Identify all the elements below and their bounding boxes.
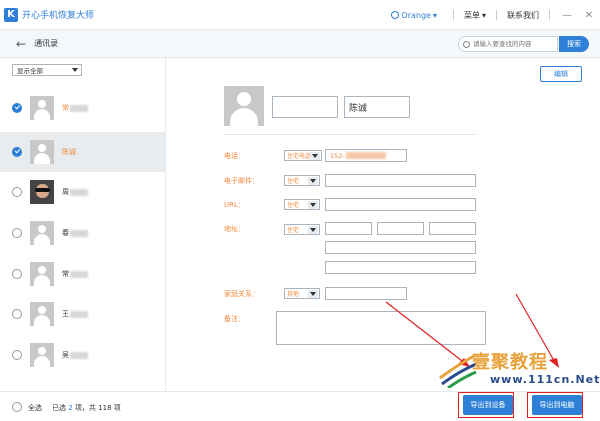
select-all-checkbox[interactable] [12, 402, 22, 412]
email-type-select[interactable]: 住宅 [284, 175, 320, 186]
list-item[interactable]: 春 [0, 213, 165, 253]
selection-summary: 已选 2 项，共 118 项 [52, 404, 121, 412]
checkbox[interactable] [12, 269, 22, 279]
edit-button[interactable]: 编辑 [540, 66, 582, 82]
user-menu[interactable]: Orange ▾ [391, 11, 437, 20]
search-input[interactable] [473, 40, 553, 48]
select-all-label[interactable]: 全选 [28, 403, 42, 413]
avatar [30, 262, 54, 286]
list-item[interactable]: 陈诚 [0, 132, 165, 172]
highlight-frame [527, 392, 583, 418]
contact-name: 春 [62, 228, 88, 238]
checkbox-checked[interactable] [12, 147, 22, 157]
email-label: 电子邮件： [224, 177, 259, 185]
chevron-down-icon [308, 177, 318, 185]
avatar [30, 180, 54, 204]
minimize-button[interactable]: — [556, 0, 578, 30]
first-name-field[interactable] [272, 96, 338, 118]
checkbox[interactable] [12, 309, 22, 319]
address-type-select[interactable]: 住宅 [284, 224, 320, 235]
address-field-5[interactable] [325, 261, 476, 274]
url-field[interactable] [325, 198, 476, 211]
avatar [30, 221, 54, 245]
address-field-3[interactable] [429, 222, 476, 235]
checkbox[interactable] [12, 228, 22, 238]
avatar [30, 96, 54, 120]
list-item[interactable]: 周 [0, 172, 165, 212]
list-item[interactable]: 常 [0, 88, 165, 128]
user-icon [391, 11, 400, 19]
address-field-1[interactable] [325, 222, 372, 235]
checkbox[interactable] [12, 350, 22, 360]
chevron-down-icon [308, 290, 318, 298]
contact-avatar [224, 86, 264, 128]
contact-list-panel: 显示全部 常 陈诚 周 春 常 王 吴 [0, 58, 166, 391]
contact-name: 常 [62, 103, 88, 113]
filter-dropdown[interactable]: 显示全部 [12, 64, 82, 76]
phone-label: 电话： [224, 152, 245, 160]
search-box [458, 36, 558, 52]
address-label: 地址： [224, 225, 245, 233]
address-field-4[interactable] [325, 241, 476, 254]
chevron-down-icon: ▾ [481, 10, 486, 20]
chevron-down-icon [72, 68, 78, 72]
list-item[interactable]: 常 [0, 254, 165, 294]
contact-detail-panel: 编辑 陈诚 电话： 住宅电话 152- 电子邮件： 住宅 URL： 住宅 地址：… [166, 58, 600, 391]
contact-name: 王 [62, 309, 88, 319]
checkbox[interactable] [12, 187, 22, 197]
checkbox-checked[interactable] [12, 103, 22, 113]
phone-type-select[interactable]: 住宅电话 [284, 150, 322, 161]
address-field-2[interactable] [377, 222, 424, 235]
page-title: 通讯录 [34, 39, 59, 48]
user-name: Orange [401, 10, 431, 20]
highlight-frame [458, 392, 514, 418]
url-type-select[interactable]: 住宅 [284, 199, 320, 210]
last-name-field[interactable]: 陈诚 [344, 96, 410, 118]
email-field[interactable] [325, 174, 476, 187]
sub-header: ← 通讯录 搜索 [0, 30, 600, 58]
annotation-arrows [385, 293, 559, 368]
contact-us-link[interactable]: 联系我们 [507, 10, 539, 21]
chevron-down-icon [308, 226, 318, 234]
avatar [30, 302, 54, 326]
bottom-bar: 全选 已选 2 项，共 118 项 导出到设备 导出到电脑 [0, 391, 600, 421]
avatar [30, 140, 54, 164]
back-arrow-icon[interactable]: ← [16, 37, 26, 51]
list-item[interactable]: 吴 [0, 335, 165, 375]
family-label: 家庭关系： [224, 290, 259, 298]
chevron-down-icon: ▾ [432, 10, 437, 20]
app-logo-icon: K [4, 7, 18, 22]
contact-name: 常 [62, 269, 88, 279]
main-menu[interactable]: 菜单 ▾ [464, 10, 486, 21]
chevron-down-icon [308, 201, 318, 209]
title-bar: K 开心手机恢复大师 Orange ▾ 菜单 ▾ 联系我们 — ✕ [0, 0, 600, 30]
chevron-down-icon [310, 152, 320, 160]
search-button[interactable]: 搜索 [559, 36, 589, 52]
contact-name: 吴 [62, 350, 88, 360]
search-icon [463, 40, 470, 48]
contact-name: 陈诚 [62, 148, 76, 156]
note-label: 备注： [224, 315, 245, 323]
family-type-select[interactable]: 其他 [284, 288, 320, 299]
avatar [30, 343, 54, 367]
url-label: URL： [224, 201, 245, 209]
list-item[interactable]: 王 [0, 294, 165, 334]
contact-name: 周 [62, 187, 88, 197]
phone-field[interactable]: 152- [325, 149, 407, 162]
close-button[interactable]: ✕ [578, 0, 600, 30]
app-title: 开心手机恢复大师 [22, 11, 95, 21]
